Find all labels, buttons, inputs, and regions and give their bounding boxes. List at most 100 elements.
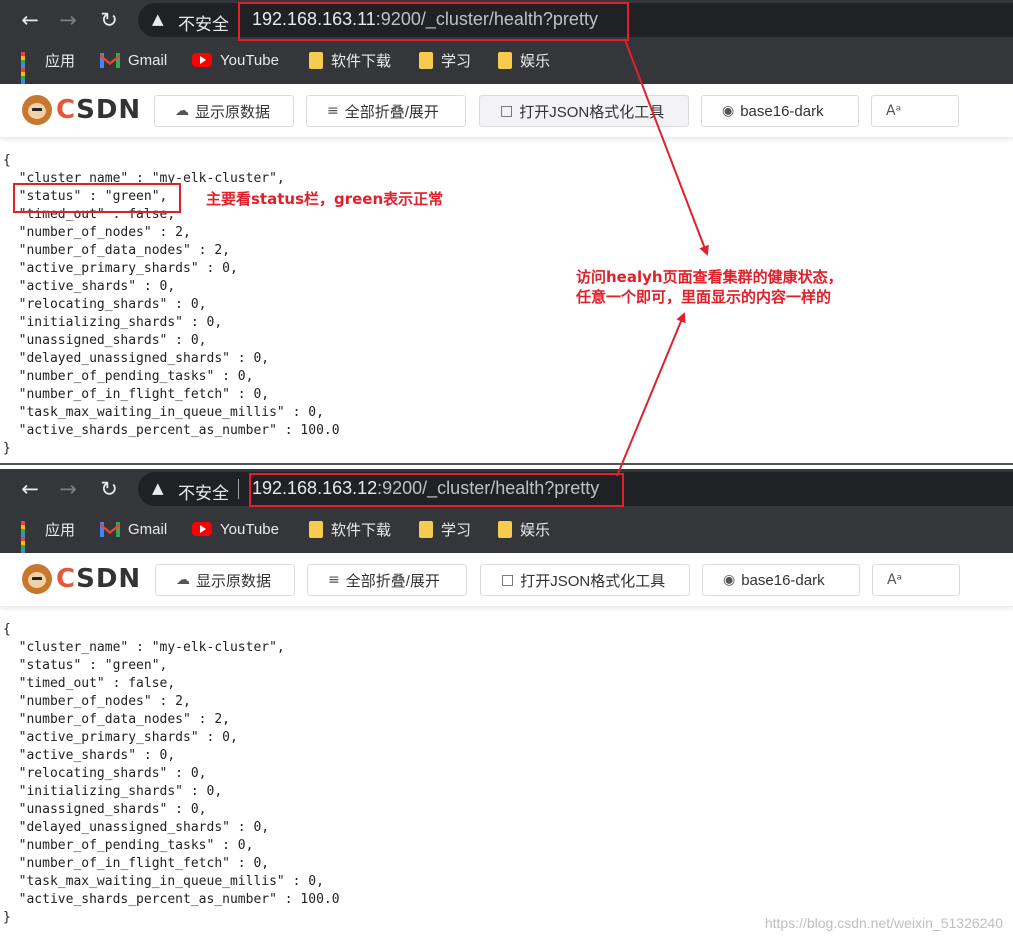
bookmark-folder-study[interactable]: 学习	[419, 49, 471, 71]
apps-icon	[21, 521, 37, 557]
json-line: "active_shards" : 0,	[3, 279, 176, 294]
folder-icon	[498, 520, 512, 538]
window-divider	[0, 463, 1013, 465]
json-content: { "cluster_name" : "my-elk-cluster", "st…	[3, 621, 340, 927]
bookmark-youtube[interactable]: YouTube	[192, 49, 279, 71]
json-viewer-toolbar: CSDN ☁ 显示原数据 ≡ 全部折叠/展开 □ 打开JSON格式化工具 ◉ b…	[0, 84, 1013, 138]
bookmark-gmail[interactable]: Gmail	[100, 518, 167, 540]
json-formatter-button[interactable]: □ 打开JSON格式化工具	[480, 564, 690, 596]
json-line: "number_of_in_flight_fetch" : 0,	[3, 856, 270, 871]
json-line: "active_shards_percent_as_number" : 100.…	[3, 892, 340, 907]
json-line: "initializing_shards" : 0,	[3, 315, 223, 330]
bookmark-gmail[interactable]: Gmail	[100, 49, 167, 71]
bookmark-apps[interactable]: 应用	[21, 518, 75, 557]
csdn-logo[interactable]: CSDN	[22, 95, 141, 125]
folder-icon	[498, 51, 512, 69]
health-annotation-line-2: 任意一个即可，里面显示的内容一样的	[576, 288, 832, 306]
json-icon: □	[501, 572, 515, 588]
json-line: "status" : "green",	[3, 658, 168, 673]
url-highlight-box-2	[249, 473, 624, 507]
json-line: "timed_out" : false,	[3, 676, 176, 691]
monkey-icon	[22, 564, 52, 594]
palette-icon: ◉	[722, 103, 735, 119]
divider	[238, 479, 239, 499]
json-line: "number_of_nodes" : 2,	[3, 694, 191, 709]
button-label: 全部折叠/展开	[345, 572, 440, 590]
button-label: 打开JSON格式化工具	[520, 572, 666, 590]
json-line: "number_of_pending_tasks" : 0,	[3, 369, 254, 384]
json-line: "task_max_waiting_in_queue_millis" : 0,	[3, 405, 324, 420]
json-line: "active_primary_shards" : 0,	[3, 730, 238, 745]
csdn-logo[interactable]: CSDN	[22, 564, 141, 594]
json-line: {	[3, 622, 11, 637]
back-arrow-icon[interactable]: ←	[18, 477, 42, 501]
folder-icon	[309, 51, 323, 69]
json-viewer-toolbar: CSDN ☁ 显示原数据 ≡ 全部折叠/展开 □ 打开JSON格式化工具 ◉ b…	[0, 553, 1013, 607]
bookmark-apps[interactable]: 应用	[21, 49, 76, 88]
font-size-icon: Aᵃ	[886, 103, 902, 119]
apps-icon	[21, 52, 37, 88]
json-line: "active_primary_shards" : 0,	[3, 261, 238, 276]
collapse-expand-button[interactable]: ≡ 全部折叠/展开	[307, 564, 467, 596]
json-line: "cluster_name" : "my-elk-cluster",	[3, 640, 285, 655]
bookmark-label: 学习	[441, 52, 472, 70]
bookmark-youtube[interactable]: YouTube	[192, 518, 279, 540]
bookmark-label: Gmail	[128, 520, 168, 538]
button-label: 全部折叠/展开	[344, 103, 439, 121]
folder-icon	[419, 520, 433, 538]
forward-arrow-icon[interactable]: →	[56, 477, 80, 501]
back-arrow-icon[interactable]: ←	[18, 8, 42, 32]
button-label: 打开JSON格式化工具	[519, 103, 665, 121]
forward-arrow-icon[interactable]: →	[56, 8, 80, 32]
bookmarks-bar: 应用 Gmail YouTube 软件下载 学习 娱乐	[0, 44, 1013, 88]
folder-icon	[309, 520, 323, 538]
button-label: base16-dark	[740, 102, 824, 120]
bookmark-folder-entertainment[interactable]: 娱乐	[498, 518, 550, 540]
palette-icon: ◉	[723, 572, 736, 588]
status-annotation: 主要看status栏，green表示正常	[206, 190, 444, 208]
json-line: "number_of_data_nodes" : 2,	[3, 243, 230, 258]
gmail-icon	[100, 52, 120, 68]
json-line: "unassigned_shards" : 0,	[3, 333, 207, 348]
bookmark-label: 应用	[45, 52, 76, 70]
json-line: "relocating_shards" : 0,	[3, 766, 207, 781]
json-line: }	[3, 441, 11, 456]
json-line: "initializing_shards" : 0,	[3, 784, 223, 799]
bookmark-folder-entertainment[interactable]: 娱乐	[498, 49, 550, 71]
json-line: }	[3, 910, 11, 925]
insecure-label: 不安全	[178, 15, 229, 34]
monkey-icon	[22, 95, 52, 125]
health-annotation-line-1: 访问healyh页面查看集群的健康状态，	[576, 268, 843, 286]
bookmark-label: YouTube	[220, 520, 279, 538]
bookmark-folder-downloads[interactable]: 软件下载	[309, 518, 391, 540]
bookmarks-bar: 应用 Gmail YouTube 软件下载 学习 娱乐	[0, 513, 1013, 557]
collapse-expand-button[interactable]: ≡ 全部折叠/展开	[306, 95, 466, 127]
show-raw-button[interactable]: ☁ 显示原数据	[154, 95, 294, 127]
cloud-icon: ☁	[176, 572, 190, 588]
bookmark-label: Gmail	[128, 51, 168, 69]
json-line: "delayed_unassigned_shards" : 0,	[3, 351, 270, 366]
json-line: "active_shards" : 0,	[3, 748, 176, 763]
bookmark-label: 学习	[441, 521, 472, 539]
youtube-icon	[192, 522, 212, 536]
button-label: 显示原数据	[196, 572, 272, 590]
reload-icon[interactable]: ↻	[97, 477, 121, 501]
logo-text: CSDN	[56, 564, 142, 594]
json-line: "delayed_unassigned_shards" : 0,	[3, 820, 270, 835]
reload-icon[interactable]: ↻	[97, 8, 121, 32]
collapse-icon: ≡	[328, 572, 340, 588]
font-size-button[interactable]: Aᵃ	[871, 95, 959, 127]
logo-text: CSDN	[56, 95, 142, 125]
json-line: "number_of_data_nodes" : 2,	[3, 712, 230, 727]
font-size-button[interactable]: Aᵃ	[872, 564, 960, 596]
json-formatter-button[interactable]: □ 打开JSON格式化工具	[479, 95, 689, 127]
bookmark-folder-study[interactable]: 学习	[419, 518, 471, 540]
status-highlight-box	[13, 183, 181, 213]
theme-select-button[interactable]: ◉ base16-dark	[702, 564, 860, 596]
bookmark-label: 软件下载	[331, 521, 392, 539]
theme-select-button[interactable]: ◉ base16-dark	[701, 95, 859, 127]
json-line: "unassigned_shards" : 0,	[3, 802, 207, 817]
show-raw-button[interactable]: ☁ 显示原数据	[155, 564, 295, 596]
bookmark-folder-downloads[interactable]: 软件下载	[309, 49, 391, 71]
browser-window-1: ← → ↻ ▲ 不安全 192.168.163.11:9200/_cluster…	[0, 0, 1013, 469]
